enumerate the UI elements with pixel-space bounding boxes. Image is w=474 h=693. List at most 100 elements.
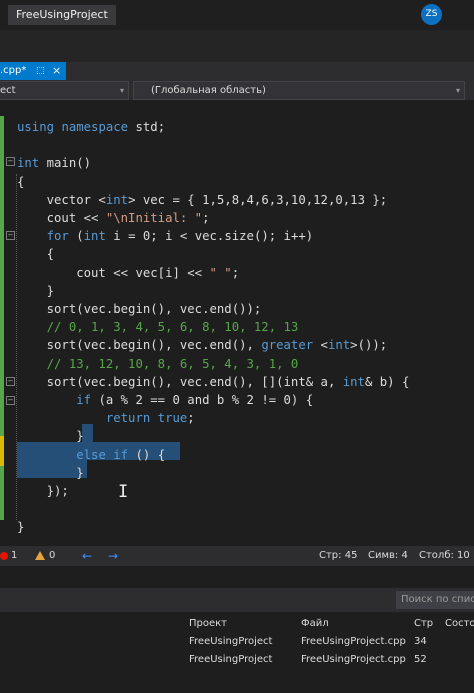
code-token: if: [76, 393, 92, 407]
code-line[interactable]: }: [17, 464, 84, 482]
code-line[interactable]: using namespace std;: [17, 118, 165, 136]
code-line[interactable]: vector <int> vec = { 1,5,8,4,6,3,10,12,0…: [17, 191, 388, 209]
code-token: int: [327, 338, 351, 353]
code-token: <: [313, 338, 328, 353]
collapse-icon[interactable]: −: [6, 157, 15, 166]
column-indicator[interactable]: Столб: 10: [419, 546, 470, 566]
error-icon[interactable]: [0, 552, 8, 560]
document-tab-strip: .cpp* ⬚ ×: [0, 62, 474, 82]
ibeam-cursor-icon: I: [118, 482, 129, 502]
code-line[interactable]: });: [17, 482, 69, 500]
code-token: for: [46, 229, 69, 244]
project-combo[interactable]: ect ▾: [0, 81, 129, 100]
code-token: ;: [231, 265, 240, 280]
table-row-project[interactable]: FreeUsingProject: [189, 653, 272, 667]
collapse-icon[interactable]: −: [6, 231, 15, 240]
user-avatar[interactable]: ZS: [421, 4, 442, 25]
table-row-project[interactable]: FreeUsingProject: [189, 635, 272, 649]
warning-count[interactable]: 0: [49, 546, 55, 566]
table-row-line[interactable]: 34: [414, 635, 427, 649]
column-header-state[interactable]: Состо: [445, 617, 474, 631]
line-indicator[interactable]: Стр: 45: [319, 546, 357, 566]
code-token: " ": [209, 265, 232, 280]
code-line[interactable]: else if () {: [17, 446, 165, 464]
warning-icon[interactable]: [35, 551, 45, 560]
code-token: int: [342, 374, 365, 389]
status-bar: 1 0 ← → Стр: 45 Симв: 4 Столб: 10: [0, 546, 474, 566]
code-token: >());: [350, 338, 388, 353]
code-line[interactable]: if (a % 2 == 0 and b % 2 != 0) {: [17, 391, 313, 409]
code-line[interactable]: for (int i = 0; i < vec.size(); i++): [17, 227, 314, 245]
chevron-down-icon: ▾: [119, 86, 124, 95]
code-token: cout <<: [17, 211, 106, 225]
code-token: greater: [261, 338, 314, 353]
collapse-icon[interactable]: −: [6, 396, 15, 405]
code-editor[interactable]: − − − − using namespace std; int main(){ …: [0, 100, 474, 540]
code-token: {: [17, 247, 55, 262]
table-row-file[interactable]: FreeUsingProject.cpp: [301, 635, 406, 649]
panel-toolbar: Поиск по спис: [0, 588, 474, 612]
code-line[interactable]: }: [17, 282, 54, 300]
scope-combo[interactable]: (Глобальная область) ▾: [133, 81, 465, 100]
code-token: (a % 2 == 0 and b % 2 != 0) {: [91, 393, 314, 407]
code-token: // 0, 1, 3, 4, 5, 6, 8, 10, 12, 13: [17, 320, 299, 335]
code-line[interactable]: // 13, 12, 10, 8, 6, 5, 4, 3, 1, 0: [17, 355, 299, 373]
code-token: int: [17, 156, 40, 171]
list-search-input[interactable]: Поиск по спис: [396, 591, 474, 609]
code-line[interactable]: {: [17, 173, 24, 191]
project-badge[interactable]: FreeUsingProject: [8, 5, 116, 25]
code-line[interactable]: // 0, 1, 3, 4, 5, 6, 8, 10, 12, 13: [17, 318, 299, 336]
code-line[interactable]: return true;: [17, 409, 195, 427]
code-line[interactable]: }: [17, 518, 24, 536]
code-token: () {: [128, 447, 166, 462]
tab-source-file[interactable]: .cpp* ⬚ ×: [0, 62, 66, 80]
code-line[interactable]: sort(vec.begin(), vec.end());: [17, 300, 262, 318]
collapse-icon[interactable]: −: [6, 377, 15, 386]
scope-combo-value: (Глобальная область): [151, 85, 266, 96]
arrow-left-icon[interactable]: ←: [82, 546, 92, 566]
column-header-project[interactable]: Проект: [189, 617, 227, 631]
code-token: int: [105, 192, 129, 207]
code-token: }: [17, 465, 84, 480]
code-token: true: [157, 411, 188, 426]
navigation-bar: ect ▾ (Глобальная область) ▾: [0, 80, 474, 100]
code-token: i = 0; i < vec.size(); i++): [105, 229, 314, 244]
code-token: > vec = { 1,5,8,4,6,3,10,12,0,13 };: [128, 192, 388, 207]
code-token: {: [17, 174, 25, 189]
code-line[interactable]: }: [17, 427, 84, 445]
code-line[interactable]: int main(): [17, 154, 91, 172]
code-token: else: [76, 447, 106, 462]
code-token: & b) {: [364, 374, 410, 389]
results-list: Проект Файл Стр Состо FreeUsingProject F…: [0, 612, 474, 693]
tab-file-name: .cpp*: [0, 65, 27, 76]
code-token: sort(vec.begin(), vec.end(),: [17, 338, 262, 353]
code-line[interactable]: {: [17, 245, 54, 263]
code-line[interactable]: cout << vec[i] << " ";: [17, 264, 239, 282]
code-token: }: [17, 283, 55, 298]
close-icon[interactable]: ×: [52, 62, 61, 80]
code-token: // 13, 12, 10, 8, 6, 5, 4, 3, 1, 0: [17, 356, 299, 371]
code-token: }: [17, 429, 84, 444]
table-row-line[interactable]: 52: [414, 653, 427, 667]
code-token: std;: [128, 120, 166, 134]
code-token: if: [113, 447, 129, 462]
panel-separator: [0, 566, 474, 588]
table-row-file[interactable]: FreeUsingProject.cpp: [301, 653, 406, 667]
code-token: int: [83, 229, 106, 244]
code-line[interactable]: sort(vec.begin(), vec.end(), greater <in…: [17, 336, 388, 354]
arrow-right-icon[interactable]: →: [108, 546, 118, 566]
column-header-file[interactable]: Файл: [301, 617, 329, 631]
code-line[interactable]: cout << "\nInitial: ";: [17, 209, 210, 227]
change-bar-unsaved: [0, 436, 4, 466]
code-token: (: [68, 229, 84, 244]
column-header-line[interactable]: Стр: [414, 617, 433, 631]
chevron-down-icon: ▾: [455, 86, 460, 95]
code-line[interactable]: sort(vec.begin(), vec.end(), [](int& a, …: [17, 373, 410, 391]
char-indicator[interactable]: Симв: 4: [368, 546, 408, 566]
error-count[interactable]: 1: [11, 546, 17, 566]
code-token: namespace: [61, 120, 129, 134]
pin-icon[interactable]: ⬚: [36, 62, 45, 80]
